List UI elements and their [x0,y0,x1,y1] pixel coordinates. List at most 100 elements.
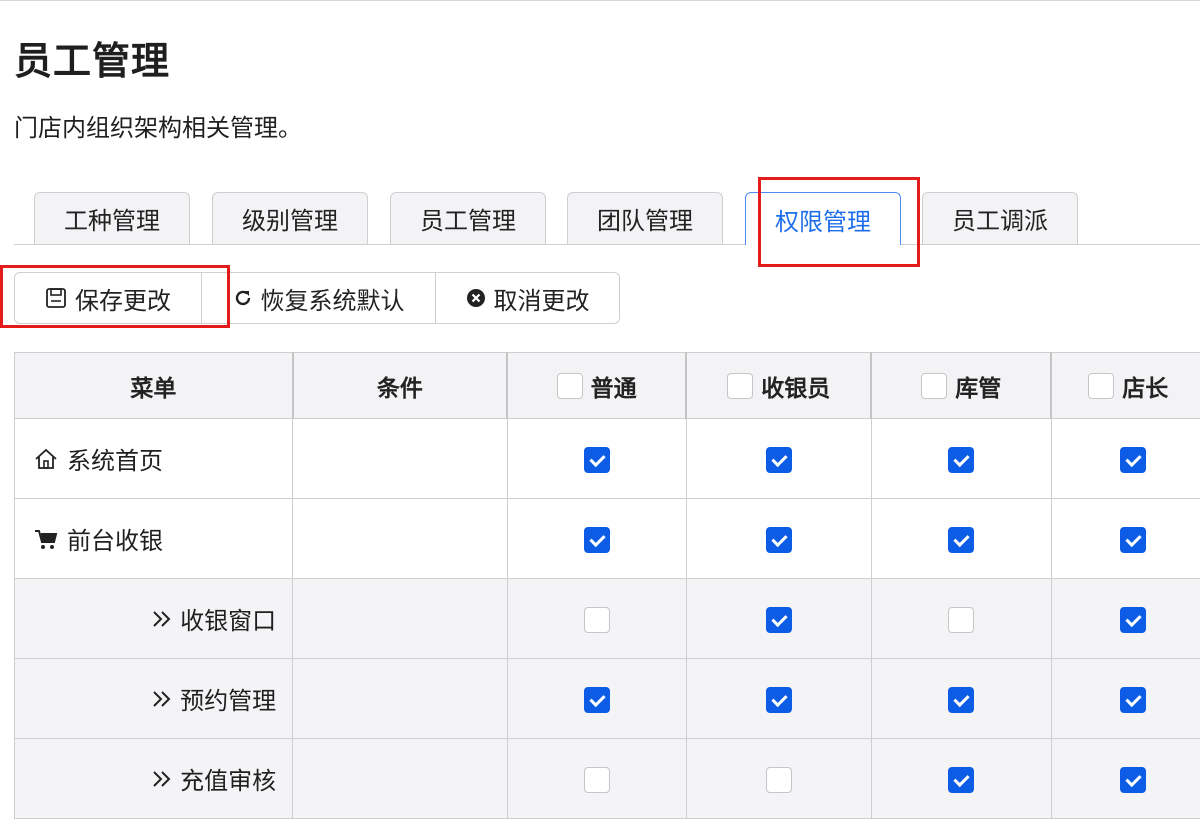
tab-levels[interactable]: 级别管理 [212,192,368,244]
menu-cell: 充值审核 [15,739,293,819]
permissions-table-body: 系统首页前台收银收银窗口预约管理充值审核 [15,419,1200,819]
page-title: 员工管理 [14,30,170,85]
menu-cell: 预约管理 [15,659,293,739]
permission-checkbox[interactable] [584,447,610,473]
permission-checkbox[interactable] [948,607,974,633]
restore-defaults-button[interactable]: 恢复系统默认 [201,273,435,323]
permission-checkbox[interactable] [1120,447,1146,473]
permission-checkbox[interactable] [948,447,974,473]
page-description: 门店内组织架构相关管理。 [14,108,302,143]
permission-cell [1051,579,1200,659]
permission-checkbox[interactable] [1120,607,1146,633]
tab-staff-dispatch[interactable]: 员工调派 [922,192,1078,244]
menu-item-label: 充值审核 [180,761,276,796]
table-row: 系统首页 [15,419,1200,499]
condition-cell [293,419,507,499]
permission-checkbox[interactable] [1120,687,1146,713]
tab-label: 员工调派 [952,201,1048,236]
permission-cell [1051,419,1200,499]
permission-cell [1051,659,1200,739]
double-chevron-right-icon [150,608,174,630]
permission-checkbox[interactable] [766,607,792,633]
permission-checkbox[interactable] [584,527,610,553]
permission-checkbox[interactable] [766,687,792,713]
tab-label: 团队管理 [597,201,693,236]
role-header-label: 库管 [955,369,1001,403]
permission-checkbox[interactable] [948,527,974,553]
tab-teams[interactable]: 团队管理 [567,192,723,244]
condition-column-header: 条件 [293,353,507,419]
cart-icon [33,527,59,551]
role-column-header: 普通 [507,353,686,419]
double-chevron-right-icon [150,688,174,710]
permission-cell [507,419,686,499]
tab-label: 工种管理 [64,201,160,236]
permission-cell [1051,739,1200,819]
tab-job-types[interactable]: 工种管理 [34,192,190,244]
permission-cell [686,659,871,739]
select-all-checkbox[interactable] [557,373,583,399]
menu-column-header: 菜单 [15,353,293,419]
menu-cell: 收银窗口 [15,579,293,659]
permission-checkbox[interactable] [766,767,792,793]
cancel-changes-label: 取消更改 [494,281,590,316]
condition-cell [293,739,507,819]
table-header-row: 菜单 条件 普通 收银员 库管 店长 [15,353,1200,419]
permission-checkbox[interactable] [766,527,792,553]
save-button-highlight-box [0,265,230,328]
role-column-header: 店长 [1051,353,1200,419]
table-row: 预约管理 [15,659,1200,739]
role-header-label: 收银员 [761,369,830,403]
permission-cell [507,659,686,739]
select-all-checkbox[interactable] [1088,373,1114,399]
permission-checkbox[interactable] [584,607,610,633]
permission-cell [686,419,871,499]
menu-cell: 系统首页 [15,419,293,499]
permission-cell [507,579,686,659]
permission-checkbox[interactable] [1120,527,1146,553]
permission-cell [871,419,1051,499]
tab-label: 员工管理 [420,201,516,236]
permission-checkbox[interactable] [948,767,974,793]
table-row: 前台收银 [15,499,1200,579]
menu-cell: 前台收银 [15,499,293,579]
condition-header-label: 条件 [377,376,423,402]
permissions-table: 菜单 条件 普通 收银员 库管 店长 系统首页前台收银收银窗口预约管理充值审核 [14,352,1200,819]
condition-cell [293,659,507,739]
menu-item-label: 收银窗口 [180,601,276,636]
condition-cell [293,499,507,579]
permission-cell [686,579,871,659]
tab-staff[interactable]: 员工管理 [390,192,546,244]
permission-cell [686,499,871,579]
role-column-header: 库管 [871,353,1051,419]
permission-cell [871,499,1051,579]
permission-cell [1051,499,1200,579]
close-circle-icon [466,288,486,308]
menu-item-label: 系统首页 [67,441,163,476]
double-chevron-right-icon [150,768,174,790]
top-rule [0,0,1200,1]
role-header-label: 普通 [591,369,637,403]
permission-checkbox[interactable] [1120,767,1146,793]
permission-cell [871,579,1051,659]
tab-bar: 工种管理 级别管理 员工管理 团队管理 权限管理 员工调派 [0,192,1200,245]
permission-cell [871,739,1051,819]
permission-cell [507,739,686,819]
permission-checkbox[interactable] [948,687,974,713]
permission-cell [871,659,1051,739]
permission-checkbox[interactable] [584,687,610,713]
permissions-tab-highlight-box [758,177,920,267]
select-all-checkbox[interactable] [727,373,753,399]
permission-checkbox[interactable] [766,447,792,473]
home-icon [33,447,59,471]
role-column-header: 收银员 [686,353,871,419]
select-all-checkbox[interactable] [921,373,947,399]
cancel-changes-button[interactable]: 取消更改 [435,273,619,323]
permission-checkbox[interactable] [584,767,610,793]
menu-item-label: 预约管理 [180,681,276,716]
restore-defaults-label: 恢复系统默认 [261,281,405,316]
permission-cell [507,499,686,579]
refresh-icon [233,288,253,308]
table-row: 充值审核 [15,739,1200,819]
tab-label: 级别管理 [242,201,338,236]
